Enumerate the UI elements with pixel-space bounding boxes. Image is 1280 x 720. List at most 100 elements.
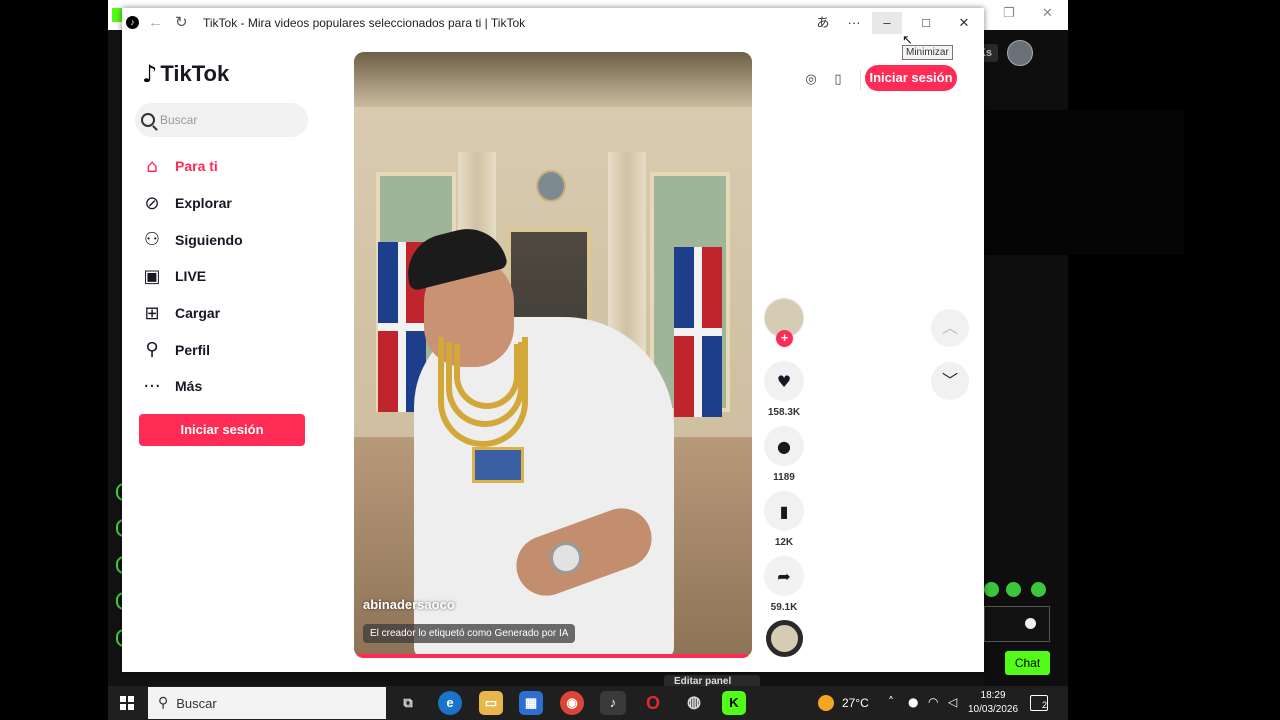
search-input[interactable]: Buscar	[135, 103, 308, 137]
follow-plus-icon[interactable]: +	[776, 330, 793, 347]
chat-button[interactable]: Chat	[1005, 651, 1050, 675]
sidebar-item-label: Para ti	[175, 158, 218, 175]
windows-start-icon[interactable]	[120, 696, 134, 710]
search-icon: ⚲	[158, 695, 169, 711]
clock[interactable]: 18:29 10/03/2026	[968, 689, 1018, 717]
mobile-app-icon[interactable]: ▯	[826, 68, 850, 92]
person-image	[454, 344, 520, 409]
notification-icon[interactable]: 2	[1030, 695, 1048, 711]
kick-icon[interactable]: K	[722, 691, 746, 715]
sidebar-nav: ⌂ Para ti ⊘ Explorar ⚇ Siguiendo ▣ LIVE …	[140, 148, 340, 405]
video-author[interactable]: abinadersaoco	[363, 597, 455, 612]
share-count: 59.1K	[770, 602, 798, 613]
emoji-picker-icon[interactable]	[1025, 618, 1036, 629]
tiktok-coin-icon[interactable]: ◎	[799, 68, 823, 92]
share-icon[interactable]: ➦	[764, 556, 804, 596]
comment-action[interactable]: ● 1189	[764, 426, 804, 483]
sidebar-item-label: Cargar	[175, 305, 221, 322]
tiktok-window: ♪ ← ↻ TikTok - Mira videos populares sel…	[122, 8, 984, 672]
chevron-up-icon[interactable]: ˄	[888, 695, 894, 709]
desktop: ❐ ✕ Ks Chat Editar panel ♪ ← ↻ TikTok - …	[0, 0, 1280, 720]
sidebar-item-label: Más	[175, 378, 203, 395]
maximize-button[interactable]: □	[911, 12, 941, 34]
heart-icon[interactable]: ♥	[764, 361, 804, 401]
save-count: 12K	[774, 537, 794, 548]
comment-count: 1189	[773, 472, 795, 483]
notification-count: 2	[1041, 700, 1047, 710]
translate-icon[interactable]: あ	[808, 12, 838, 34]
sidebar-item-siguiendo[interactable]: ⚇ Siguiendo	[140, 221, 340, 258]
sidebar-item-para-ti[interactable]: ⌂ Para ti	[140, 148, 340, 185]
sidebar-item-mas[interactable]: ··· Más	[140, 368, 340, 405]
divider	[860, 70, 861, 90]
search-placeholder: Buscar	[160, 113, 198, 127]
more-options-icon[interactable]: ···	[839, 12, 869, 34]
search-icon	[141, 113, 155, 127]
close-icon[interactable]: ✕	[1042, 6, 1053, 21]
close-button[interactable]: ✕	[949, 12, 979, 34]
obs-icon[interactable]: ◍	[682, 691, 706, 715]
tiktok-logo[interactable]: ♪ TikTok	[142, 60, 229, 88]
edge-browser-icon[interactable]: e	[438, 691, 462, 715]
emoji-icon[interactable]	[1006, 582, 1021, 597]
sidebar-item-perfil[interactable]: ⚲ Perfil	[140, 331, 340, 368]
emoji-icon[interactable]	[984, 582, 999, 597]
chevron-down-icon[interactable]: ﹀	[931, 362, 969, 400]
chrome-icon[interactable]: ◉	[560, 691, 584, 715]
tiktok-favicon-icon: ♪	[126, 16, 139, 29]
compass-icon: ⊘	[144, 192, 160, 214]
weather-icon	[818, 695, 834, 711]
window-title: TikTok - Mira videos populares seleccion…	[203, 16, 526, 30]
time: 18:29	[980, 690, 1006, 701]
sidebar-item-explorar[interactable]: ⊘ Explorar	[140, 185, 340, 222]
sidebar-item-live[interactable]: ▣ LIVE	[140, 258, 340, 295]
more-icon: ···	[143, 375, 161, 397]
restore-icon[interactable]: ❐	[1003, 6, 1015, 21]
video-progress-bar[interactable]	[354, 654, 752, 658]
volume-icon[interactable]: ◁	[948, 695, 957, 709]
following-icon: ⚇	[143, 229, 161, 251]
emoji-icon[interactable]	[1031, 582, 1046, 597]
comment-icon[interactable]: ●	[764, 426, 804, 466]
task-view-icon[interactable]: ⧉	[396, 691, 420, 715]
person-image	[550, 542, 582, 574]
reload-icon[interactable]: ↻	[175, 13, 188, 31]
video-scene	[354, 52, 752, 107]
microphone-icon[interactable]: ●	[908, 695, 918, 709]
temperature: 27°C	[842, 696, 869, 710]
bookmark-icon[interactable]: ▮	[764, 491, 804, 531]
save-action[interactable]: ▮ 12K	[764, 491, 804, 548]
person-image	[472, 447, 524, 483]
taskbar: ⚲ Buscar ⧉ e ▭ ▦ ◉ ♪ O ◍ K 27°C ˄ ● ◠ ◁ …	[108, 686, 1068, 720]
taskbar-search-placeholder: Buscar	[176, 695, 217, 711]
sidebar-item-label: Siguiendo	[175, 231, 243, 248]
wifi-icon[interactable]: ◠	[928, 695, 938, 709]
avatar[interactable]	[1007, 40, 1033, 66]
sidebar-item-label: Explorar	[175, 195, 232, 212]
opera-icon[interactable]: O	[641, 691, 665, 715]
header-login-button[interactable]: Iniciar sesión	[865, 65, 957, 91]
logo-text: TikTok	[160, 61, 230, 86]
tiktok-taskbar-icon[interactable]: ♪	[600, 691, 626, 715]
upload-icon: ⊞	[144, 302, 160, 324]
sidebar-item-label: Perfil	[175, 341, 211, 358]
sidebar-login-button[interactable]: Iniciar sesión	[139, 414, 305, 446]
taskbar-search-input[interactable]: ⚲ Buscar	[148, 687, 386, 719]
share-action[interactable]: ➦ 59.1K	[764, 556, 804, 613]
home-icon: ⌂	[146, 155, 158, 177]
like-count: 158.3K	[767, 407, 801, 418]
store-icon[interactable]: ▦	[519, 691, 543, 715]
back-arrow-icon[interactable]: ←	[148, 14, 163, 31]
video-player[interactable]: abinadersaoco El creador lo etiquetó com…	[354, 52, 752, 658]
music-disc-icon[interactable]	[766, 620, 803, 657]
chat-input[interactable]	[984, 606, 1050, 642]
sidebar-item-cargar[interactable]: ⊞ Cargar	[140, 295, 340, 332]
file-explorer-icon[interactable]: ▭	[479, 691, 503, 715]
minimize-button[interactable]: –	[872, 12, 902, 34]
weather-widget[interactable]: 27°C	[818, 695, 869, 711]
profile-icon: ⚲	[145, 339, 159, 361]
video-scene	[536, 170, 566, 202]
like-action[interactable]: ♥ 158.3K	[764, 361, 804, 418]
chevron-up-icon[interactable]: ︿	[931, 309, 969, 347]
tiktok-note-icon: ♪	[142, 60, 158, 88]
